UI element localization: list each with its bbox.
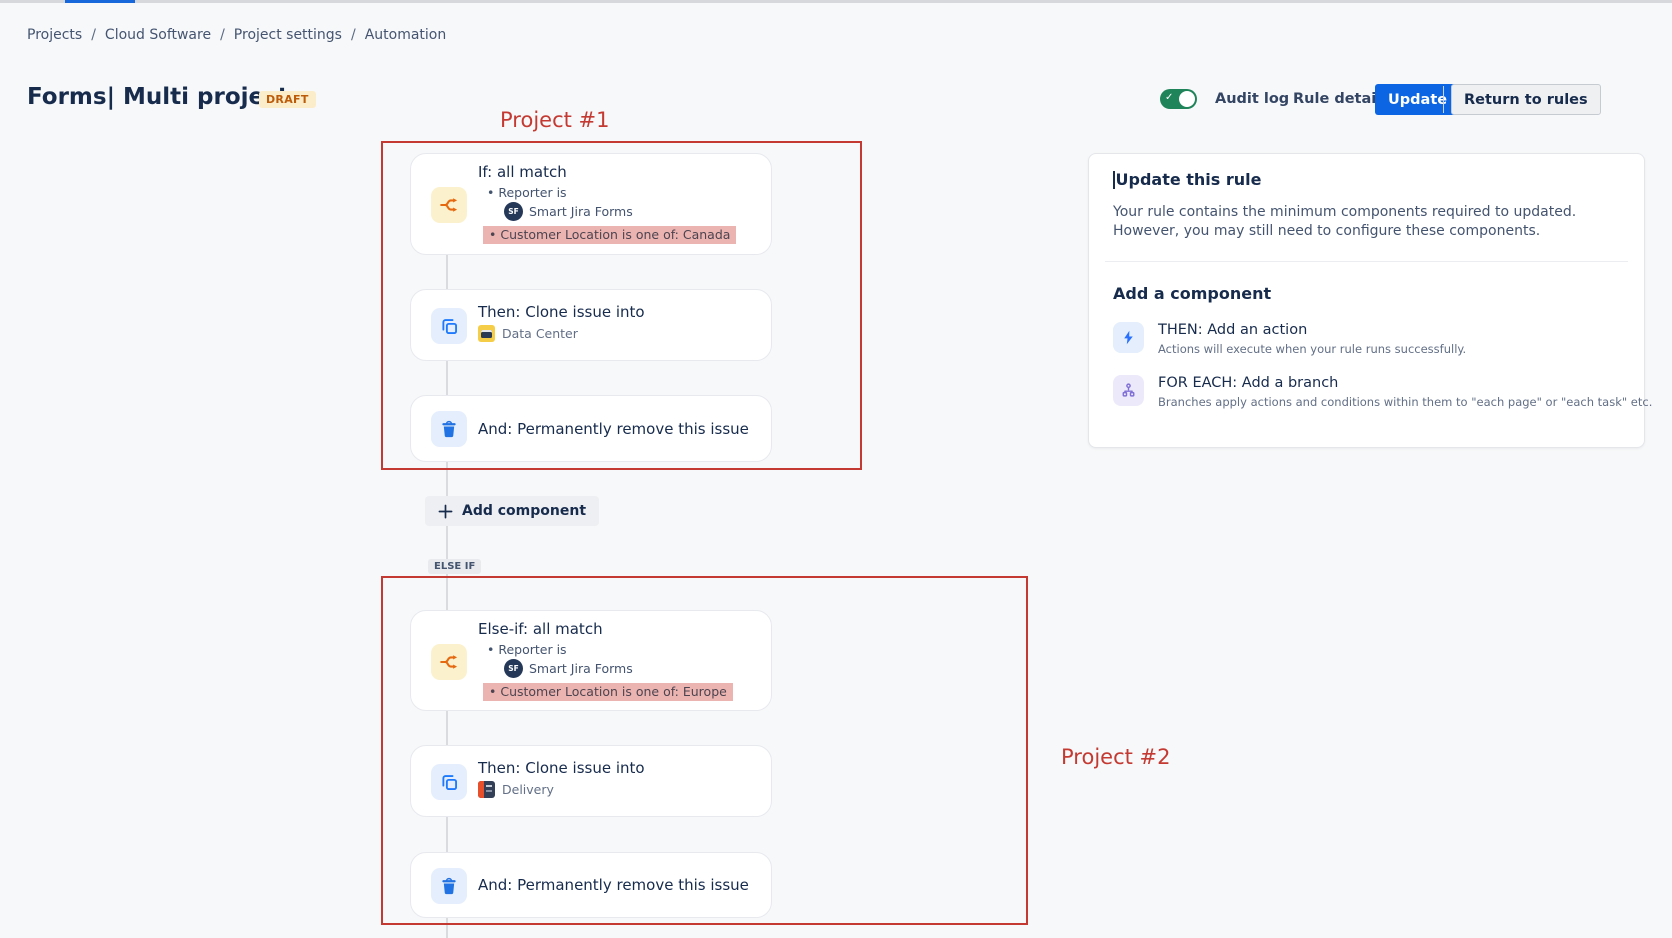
and-card-title: And: Permanently remove this issue: [478, 853, 749, 917]
target-project-name: Delivery: [502, 782, 554, 797]
condition-branch-icon: [431, 187, 467, 223]
breadcrumb-separator: /: [91, 27, 96, 43]
then-card-title: Then: Clone issue into: [478, 303, 645, 321]
breadcrumb-automation[interactable]: Automation: [365, 27, 447, 43]
panel-heading: Update this rule: [1113, 170, 1620, 189]
project2-annotation-label: Project #2: [1061, 745, 1170, 769]
target-project-row: Delivery: [478, 781, 645, 798]
return-to-rules-button[interactable]: Return to rules: [1451, 84, 1601, 115]
add-component-label: Add component: [462, 503, 586, 519]
then-card-body: Then: Clone issue into Data Center: [478, 303, 645, 342]
breadcrumb-separator: /: [220, 27, 225, 43]
breadcrumb-projects[interactable]: Projects: [27, 27, 82, 43]
add-action-option[interactable]: THEN: Add an action Actions will execute…: [1113, 322, 1620, 356]
toggle-knob: [1179, 91, 1195, 107]
top-tab-indicator: [65, 0, 135, 3]
breadcrumb-cloud-software[interactable]: Cloud Software: [105, 27, 211, 43]
top-strip: [0, 0, 1672, 3]
reporter-name: Smart Jira Forms: [529, 204, 633, 219]
if-condition-location: • Customer Location is one of: Canada: [483, 224, 736, 243]
clone-icon: [431, 308, 467, 344]
reporter-name: Smart Jira Forms: [529, 661, 633, 676]
audit-log-button[interactable]: Audit log: [1215, 84, 1289, 114]
toolbar-divider: [1443, 86, 1444, 113]
breadcrumb-project-settings[interactable]: Project settings: [234, 27, 342, 43]
plus-icon: [438, 504, 453, 519]
add-a-component-heading: Add a component: [1113, 284, 1620, 303]
target-project-row: Data Center: [478, 325, 645, 342]
then-clone-card-1[interactable]: Then: Clone issue into Data Center: [410, 289, 772, 361]
if-card-title: If: all match: [478, 163, 736, 181]
delivery-project-icon: [478, 781, 495, 798]
toggle-check-icon: ✓: [1165, 92, 1173, 103]
reporter-avatar: SF: [504, 202, 523, 221]
highlighted-condition: • Customer Location is one of: Europe: [483, 683, 733, 701]
draft-status-badge: DRAFT: [259, 91, 316, 108]
add-branch-title: FOR EACH: Add a branch: [1158, 375, 1652, 391]
and-remove-card-1[interactable]: And: Permanently remove this issue: [410, 395, 772, 462]
if-condition-card[interactable]: If: all match • Reporter is SF Smart Jir…: [410, 153, 772, 255]
elseif-card-body: Else-if: all match • Reporter is SF Smar…: [478, 620, 733, 700]
lightning-icon: [1113, 322, 1144, 353]
then-card-body: Then: Clone issue into Delivery: [478, 759, 645, 798]
elseif-card-title: Else-if: all match: [478, 620, 733, 638]
else-if-chip: ELSE IF: [428, 559, 481, 574]
and-card-title: And: Permanently remove this issue: [478, 396, 749, 461]
then-card-title: Then: Clone issue into: [478, 759, 645, 777]
elseif-condition-reporter: • Reporter is: [487, 642, 733, 657]
update-button[interactable]: Update: [1375, 84, 1460, 115]
reporter-row: SF Smart Jira Forms: [504, 659, 733, 678]
add-component-button[interactable]: Add component: [425, 496, 599, 526]
breadcrumb: Projects / Cloud Software / Project sett…: [27, 27, 446, 43]
update-rule-panel: Update this rule Your rule contains the …: [1088, 153, 1645, 448]
if-condition-reporter: • Reporter is: [487, 185, 736, 200]
trash-icon: [431, 411, 467, 447]
target-project-name: Data Center: [502, 326, 578, 341]
automation-rule-builder: Projects / Cloud Software / Project sett…: [0, 0, 1672, 938]
highlighted-condition: • Customer Location is one of: Canada: [483, 226, 736, 244]
if-card-body: If: all match • Reporter is SF Smart Jir…: [478, 163, 736, 243]
then-clone-card-2[interactable]: Then: Clone issue into Delivery: [410, 745, 772, 817]
add-action-text: THEN: Add an action Actions will execute…: [1158, 322, 1466, 356]
project1-annotation-label: Project #1: [500, 108, 609, 132]
add-action-title: THEN: Add an action: [1158, 322, 1466, 338]
and-remove-card-2[interactable]: And: Permanently remove this issue: [410, 852, 772, 918]
breadcrumb-separator: /: [351, 27, 356, 43]
add-branch-option[interactable]: FOR EACH: Add a branch Branches apply ac…: [1113, 375, 1620, 409]
data-center-project-icon: [478, 325, 495, 342]
condition-branch-icon: [431, 644, 467, 680]
elseif-condition-card[interactable]: Else-if: all match • Reporter is SF Smar…: [410, 610, 772, 711]
add-action-description: Actions will execute when your rule runs…: [1158, 342, 1466, 356]
rule-enabled-toggle[interactable]: ✓: [1160, 89, 1197, 109]
text-cursor: [1113, 171, 1115, 189]
reporter-row: SF Smart Jira Forms: [504, 202, 736, 221]
add-branch-text: FOR EACH: Add a branch Branches apply ac…: [1158, 375, 1652, 409]
elseif-condition-location: • Customer Location is one of: Europe: [483, 681, 733, 700]
trash-icon: [431, 868, 467, 904]
clone-icon: [431, 764, 467, 800]
panel-divider: [1105, 261, 1628, 262]
panel-heading-text: Update this rule: [1116, 170, 1262, 189]
add-branch-description: Branches apply actions and conditions wi…: [1158, 395, 1652, 409]
branch-hierarchy-icon: [1113, 375, 1144, 406]
reporter-avatar: SF: [504, 659, 523, 678]
panel-description: Your rule contains the minimum component…: [1113, 203, 1591, 241]
